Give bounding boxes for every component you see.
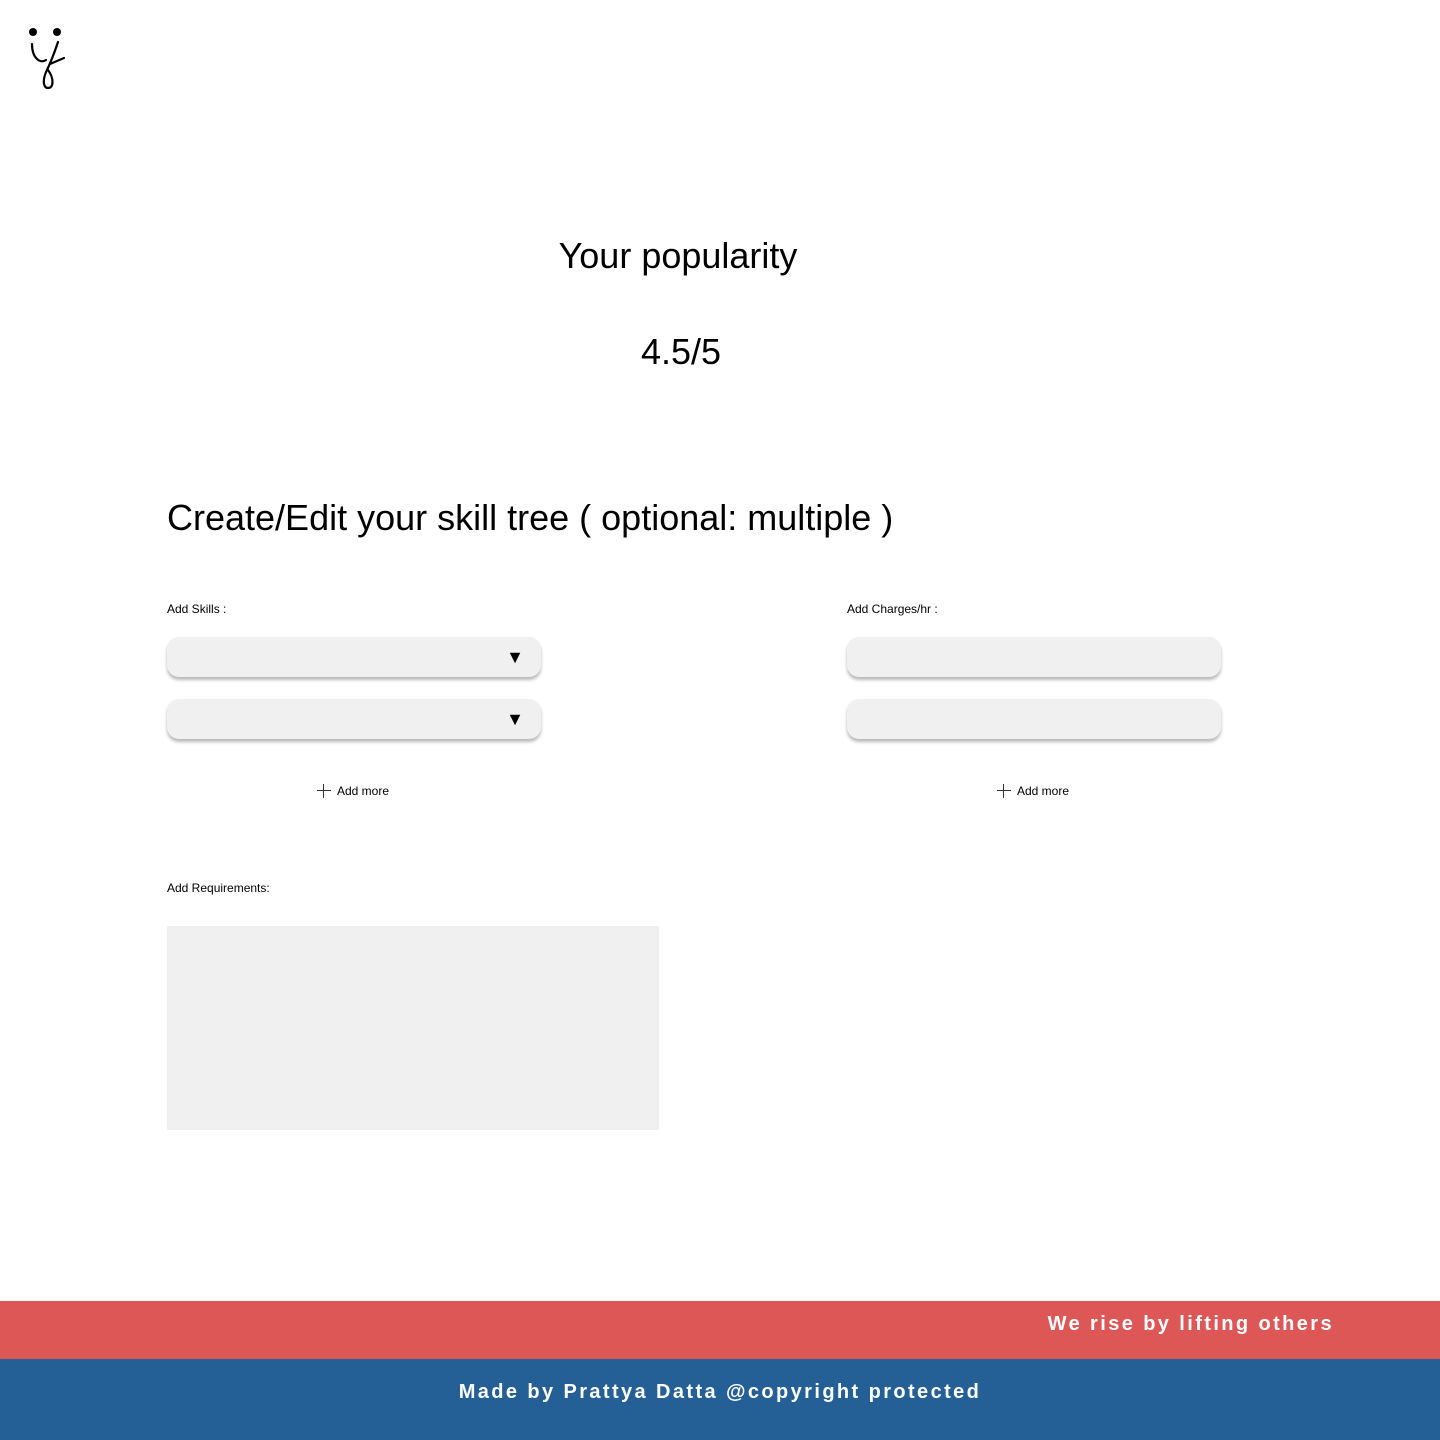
add-skills-label: Add Skills : [167, 602, 227, 616]
add-more-label: Add more [1017, 784, 1070, 798]
copyright-text: Made by Prattya Datta @copyright protect… [458, 1381, 982, 1403]
tagline-text: We rise by lifting others [1047, 1313, 1334, 1335]
dropdown-arrow-icon: ▼ [506, 709, 524, 729]
add-requirements-label: Add Requirements: [167, 881, 270, 895]
plus-icon [997, 784, 1011, 798]
skill-dropdown-1[interactable]: ▼ [167, 637, 541, 677]
plus-icon [317, 784, 331, 798]
add-more-skills-button[interactable]: Add more [317, 784, 389, 798]
popularity-score: 4.5/5 [640, 331, 722, 372]
add-charges-label: Add Charges/hr : [847, 602, 938, 616]
popularity-title: Your popularity [558, 235, 798, 276]
skill-dropdown-2[interactable]: ▼ [167, 699, 541, 739]
footer: Made by Prattya Datta @copyright protect… [0, 1359, 1440, 1440]
smiley-y-logo-icon[interactable] [24, 24, 72, 94]
requirements-textarea[interactable] [167, 926, 659, 1130]
add-more-label: Add more [337, 784, 390, 798]
page: Your popularity 4.5/5 Create/Edit your s… [0, 0, 1440, 1440]
charges-field-2[interactable] [847, 699, 1221, 739]
charges-field-1[interactable] [847, 637, 1221, 677]
add-more-charges-button[interactable]: Add more [997, 784, 1069, 798]
skill-tree-title: Create/Edit your skill tree ( optional: … [167, 497, 894, 538]
tagline-banner: We rise by lifting others [0, 1301, 1440, 1359]
dropdown-arrow-icon: ▼ [506, 647, 524, 667]
